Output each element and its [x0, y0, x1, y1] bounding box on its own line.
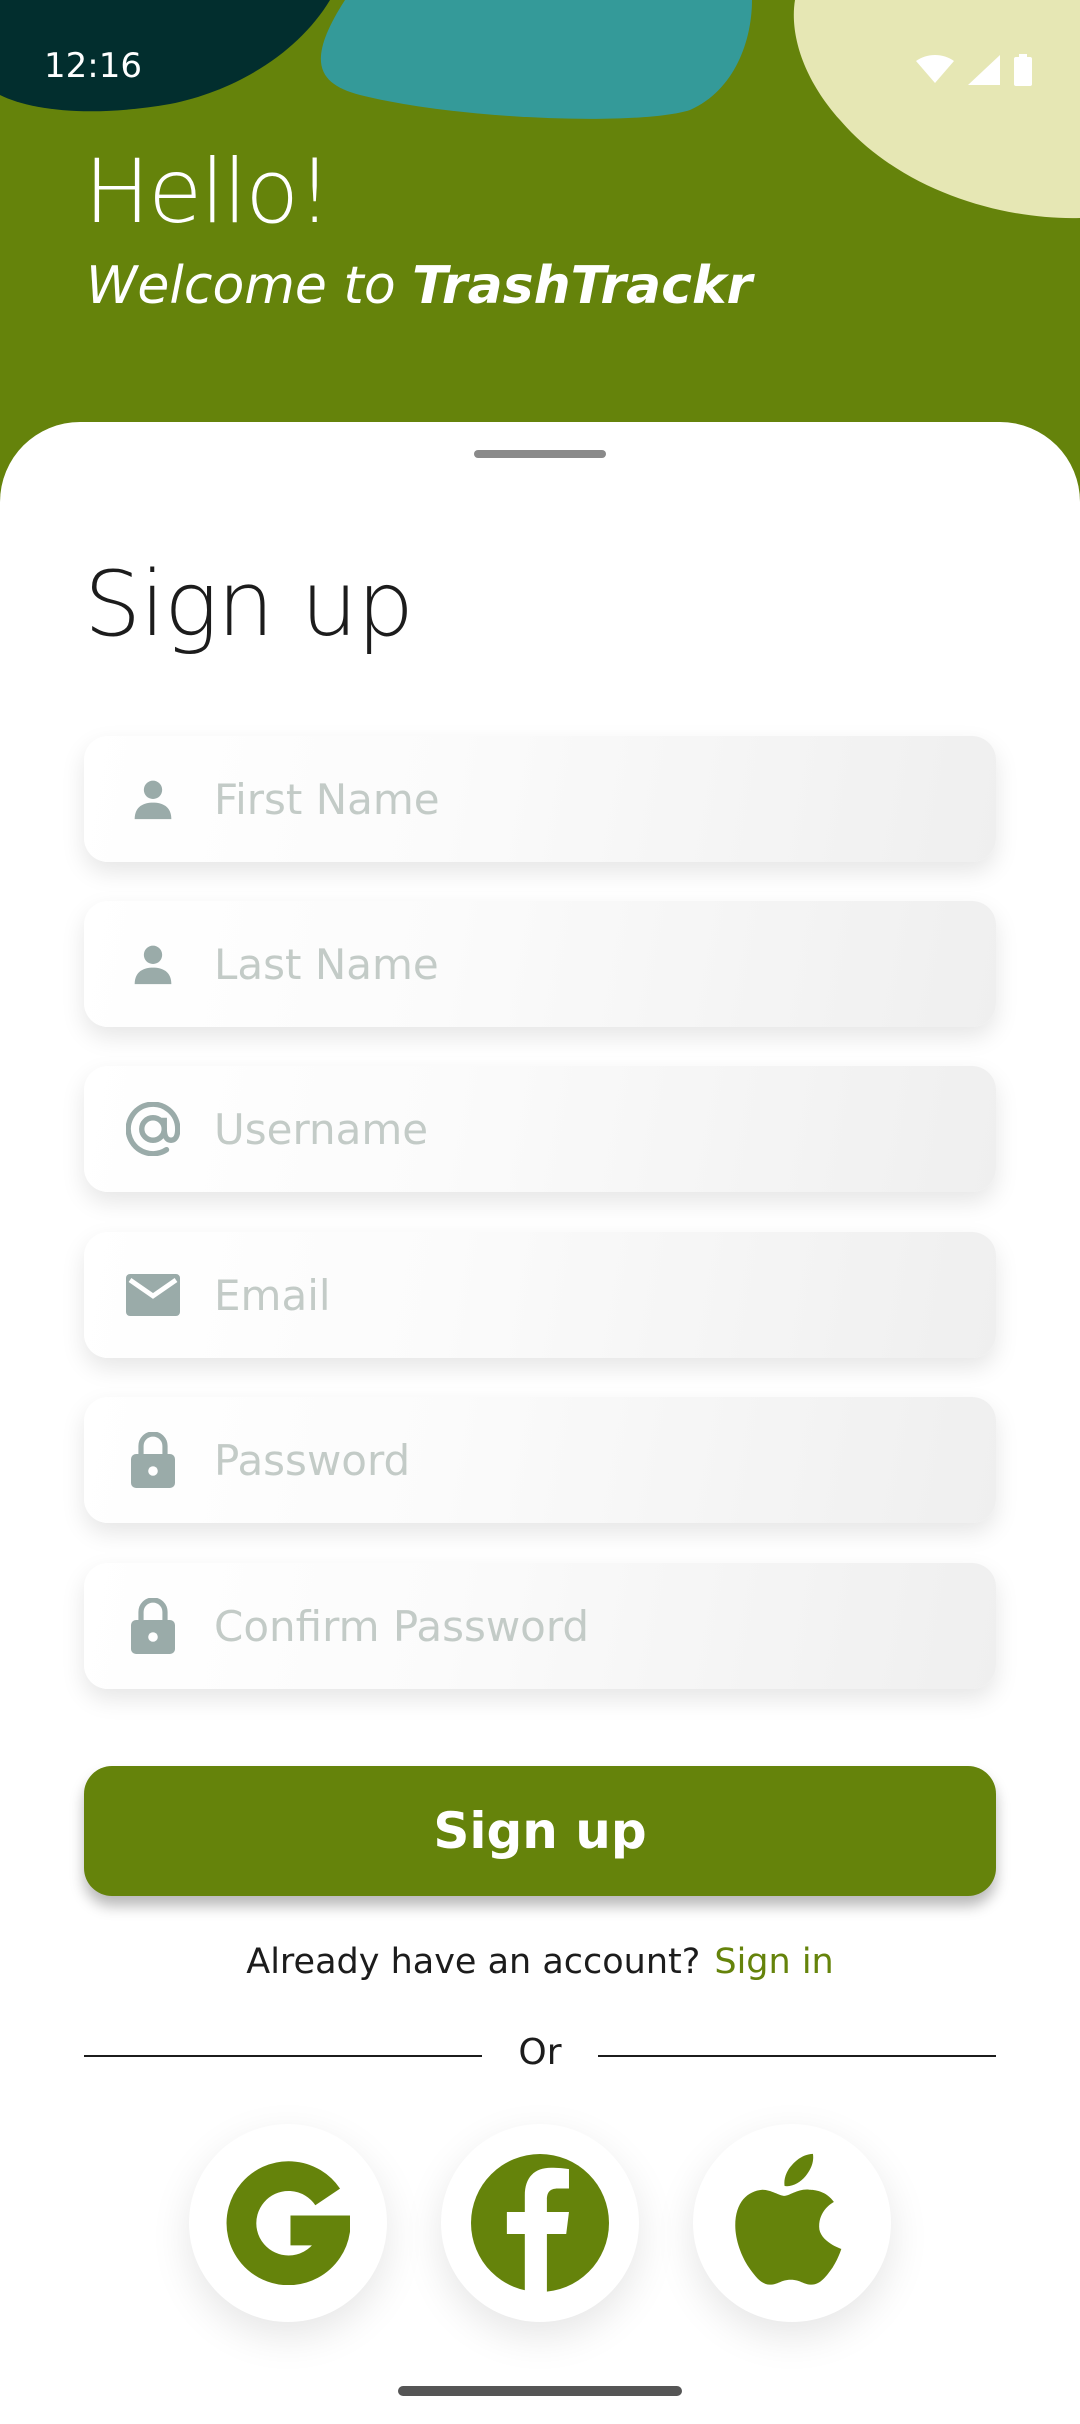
signup-sheet: Sign up First Name Last Name Username Em… [0, 422, 1080, 2424]
username-field[interactable] [84, 1066, 996, 1192]
signin-prompt: Already have an account? Sign in [0, 1942, 1080, 1982]
email-field[interactable] [84, 1232, 996, 1358]
facebook-signin-button[interactable] [441, 2124, 639, 2322]
welcome-prefix: Welcome to [86, 256, 396, 316]
google-signin-button[interactable] [189, 2124, 387, 2322]
confirm-password-field[interactable] [84, 1563, 996, 1689]
email-input[interactable] [214, 1270, 974, 1320]
password-input[interactable] [214, 1435, 974, 1485]
signup-button[interactable]: Sign up [84, 1766, 996, 1896]
confirm-password-input[interactable] [214, 1601, 974, 1651]
username-input[interactable] [214, 1104, 974, 1154]
apple-signin-button[interactable] [693, 2124, 891, 2322]
status-icons [916, 54, 1032, 86]
already-account-text: Already have an account? [246, 1942, 701, 1982]
signal-icon [968, 55, 1000, 85]
last-name-input[interactable] [214, 939, 974, 989]
at-icon [122, 1098, 184, 1160]
page-title: Sign up [84, 552, 414, 657]
signin-link[interactable]: Sign in [714, 1942, 833, 1982]
email-icon [122, 1264, 184, 1326]
greeting-title: Hello! [84, 140, 332, 243]
app-name: TrashTrackr [412, 256, 753, 316]
apple-icon [735, 2153, 842, 2285]
or-separator: Or [518, 2032, 562, 2073]
battery-icon [1014, 54, 1032, 86]
last-name-field[interactable] [84, 901, 996, 1027]
lock-icon [122, 1429, 184, 1491]
status-time: 12:16 [44, 46, 142, 86]
google-icon [226, 2161, 350, 2285]
person-icon [122, 933, 184, 995]
home-indicator[interactable] [398, 2386, 682, 2396]
first-name-input[interactable] [214, 774, 974, 824]
divider-right [598, 2055, 996, 2057]
password-field[interactable] [84, 1397, 996, 1523]
facebook-icon [471, 2154, 609, 2292]
first-name-field[interactable] [84, 736, 996, 862]
person-icon [122, 768, 184, 830]
lock-icon [122, 1595, 184, 1657]
drag-handle[interactable] [474, 450, 606, 458]
welcome-subtitle: Welcome to TrashTrackr [86, 256, 752, 316]
wifi-icon [916, 55, 954, 83]
